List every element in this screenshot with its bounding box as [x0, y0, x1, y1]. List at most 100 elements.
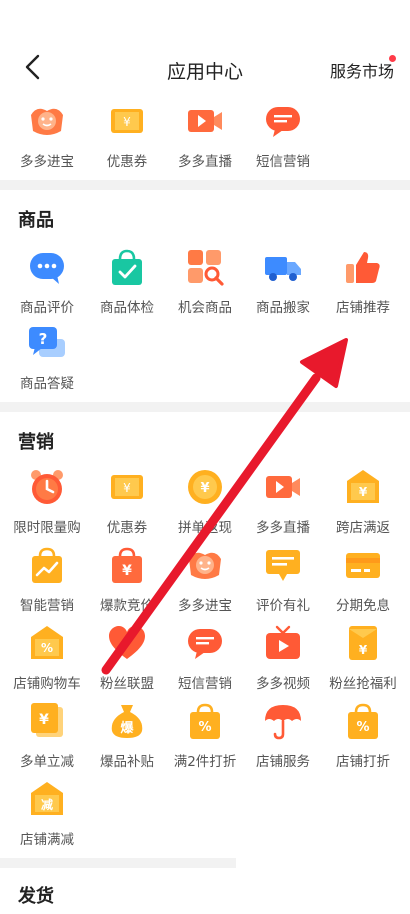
item-label: 分期免息	[336, 598, 390, 614]
item-label: 商品答疑	[20, 376, 74, 392]
grid-item-duoduo-live[interactable]: 多多直播	[164, 100, 246, 178]
item-label: 多多直播	[256, 520, 310, 536]
item-label: 爆品补贴	[100, 754, 154, 770]
coupon-icon: ¥	[106, 100, 148, 142]
item-label: 多多直播	[178, 154, 232, 170]
item-label: 店铺推荐	[336, 300, 390, 316]
grid-item-hot-bidding[interactable]: ¥ 爆款竞价	[86, 544, 168, 622]
grid-item-review-gift[interactable]: 评价有礼	[242, 544, 324, 622]
grid-item-opportunity-product[interactable]: 机会商品	[164, 246, 246, 324]
notification-dot	[389, 55, 396, 62]
item-label: 店铺购物车	[13, 676, 81, 692]
grid-item-smart-marketing[interactable]: 智能营销	[6, 544, 88, 622]
mascot-coin-icon	[26, 100, 68, 142]
item-label: 商品评价	[20, 300, 74, 316]
chat-bubble-icon	[26, 246, 68, 288]
grid-item-cross-store-rebate[interactable]: ¥ 跨店满返	[322, 466, 404, 544]
grid-item-group-cashback[interactable]: ¥ 拼单返现	[164, 466, 246, 544]
grid-item-fan-alliance[interactable]: 粉丝联盟	[86, 622, 168, 700]
svg-text:¥: ¥	[123, 481, 131, 495]
app-header: 应用中心 服务市场	[0, 0, 410, 92]
svg-text:%: %	[198, 720, 211, 735]
svg-text:爆: 爆	[120, 720, 134, 736]
truck-icon	[262, 246, 304, 288]
grid-item-coupon[interactable]: ¥ 优惠券	[86, 100, 168, 178]
section-divider	[0, 402, 410, 412]
grid-item-duoduo-live[interactable]: 多多直播	[242, 466, 324, 544]
minus-tag-icon: 减	[26, 778, 68, 820]
svg-text:¥: ¥	[122, 563, 132, 579]
grid-item-flash-sale[interactable]: 限时限量购	[6, 466, 88, 544]
grid-item-installment[interactable]: 分期免息	[322, 544, 404, 622]
discount-bag-icon: %	[184, 700, 226, 742]
coupon-icon: ¥	[106, 466, 148, 508]
yuan-bag-icon: ¥	[106, 544, 148, 586]
grid-item-duoduo-video[interactable]: 多多视频	[242, 622, 324, 700]
item-label: 限时限量购	[13, 520, 81, 536]
section-title-shipping: 发货	[18, 886, 54, 907]
grid-item-fan-welfare[interactable]: ¥ 粉丝抢福利	[322, 622, 404, 700]
red-envelope-icon: ¥	[342, 622, 384, 664]
grid-item-shop-discount[interactable]: % 店铺打折	[322, 700, 404, 778]
credit-card-icon	[342, 544, 384, 586]
item-label: 评价有礼	[256, 598, 310, 614]
live-video-icon	[184, 100, 226, 142]
grid-item-sms-marketing[interactable]: 短信营销	[164, 622, 246, 700]
grid-search-icon	[184, 246, 226, 288]
grid-item-sms-marketing[interactable]: 短信营销	[242, 100, 324, 178]
item-label: 优惠券	[106, 154, 148, 170]
percent-tag-icon: %	[26, 622, 68, 664]
grid-item-coupon[interactable]: ¥ 优惠券	[86, 466, 168, 544]
shopping-bag-check-icon	[106, 246, 148, 288]
item-label: 粉丝抢福利	[329, 676, 397, 692]
svg-text:¥: ¥	[359, 485, 368, 499]
grid-item-shop-full-reduction[interactable]: 减 店铺满减	[6, 778, 88, 856]
money-bag-icon: 爆	[106, 700, 148, 742]
item-label: 多多进宝	[20, 154, 74, 170]
svg-text:?: ?	[39, 330, 48, 348]
grid-item-hot-subsidy[interactable]: 爆 爆品补贴	[86, 700, 168, 778]
svg-text:减: 减	[41, 797, 53, 812]
tv-play-icon	[262, 622, 304, 664]
grid-item-shop-recommend[interactable]: 店铺推荐	[322, 246, 404, 324]
umbrella-icon	[262, 700, 304, 742]
section-title-marketing: 营销	[18, 432, 54, 453]
grid-item-product-qa[interactable]: ? 商品答疑	[6, 322, 88, 400]
yuan-tag-icon: ¥	[342, 466, 384, 508]
yuan-coin-icon: ¥	[184, 466, 226, 508]
top-section: 多多进宝 ¥ 优惠券 多多直播 短信营销	[0, 92, 410, 180]
grid-item-shop-service[interactable]: 店铺服务	[242, 700, 324, 778]
grid-item-duoduo-jinbao[interactable]: 多多进宝	[164, 544, 246, 622]
item-label: 店铺服务	[256, 754, 310, 770]
item-label: 短信营销	[256, 154, 310, 170]
service-market-button[interactable]: 服务市场	[330, 58, 394, 82]
trend-bag-icon	[26, 544, 68, 586]
live-video-icon	[262, 466, 304, 508]
grid-item-product-checkup[interactable]: 商品体检	[86, 246, 168, 324]
svg-text:¥: ¥	[39, 712, 49, 728]
item-label: 多单立减	[20, 754, 74, 770]
grid-item-multi-order-discount[interactable]: ¥ 多单立减	[6, 700, 88, 778]
grid-item-product-review[interactable]: 商品评价	[6, 246, 88, 324]
grid-item-shop-cart[interactable]: % 店铺购物车	[6, 622, 88, 700]
svg-text:%: %	[41, 641, 53, 655]
svg-text:%: %	[356, 720, 369, 735]
item-label: 粉丝联盟	[100, 676, 154, 692]
item-label: 多多进宝	[178, 598, 232, 614]
svg-text:¥: ¥	[359, 643, 368, 657]
grid-item-duoduo-jinbao[interactable]: 多多进宝	[6, 100, 88, 178]
item-label: 满2件打折	[173, 754, 237, 770]
item-label: 店铺打折	[336, 754, 390, 770]
grid-item-product-migrate[interactable]: 商品搬家	[242, 246, 324, 324]
item-label: 多多视频	[256, 676, 310, 692]
shipping-section: 发货	[0, 868, 410, 914]
item-label: 店铺满减	[20, 832, 74, 848]
item-label: 机会商品	[178, 300, 232, 316]
comment-gift-icon	[262, 544, 304, 586]
grid-item-buy-two-discount[interactable]: % 满2件打折	[164, 700, 246, 778]
discount-bag-icon: %	[342, 700, 384, 742]
svg-text:¥: ¥	[200, 481, 209, 496]
item-label: 跨店满返	[336, 520, 390, 536]
question-bubble-icon: ?	[26, 322, 68, 364]
goods-section: 商品 商品评价 商品体检 机会商品 商品搬家 店铺推荐 ? 商品答疑	[0, 190, 410, 402]
